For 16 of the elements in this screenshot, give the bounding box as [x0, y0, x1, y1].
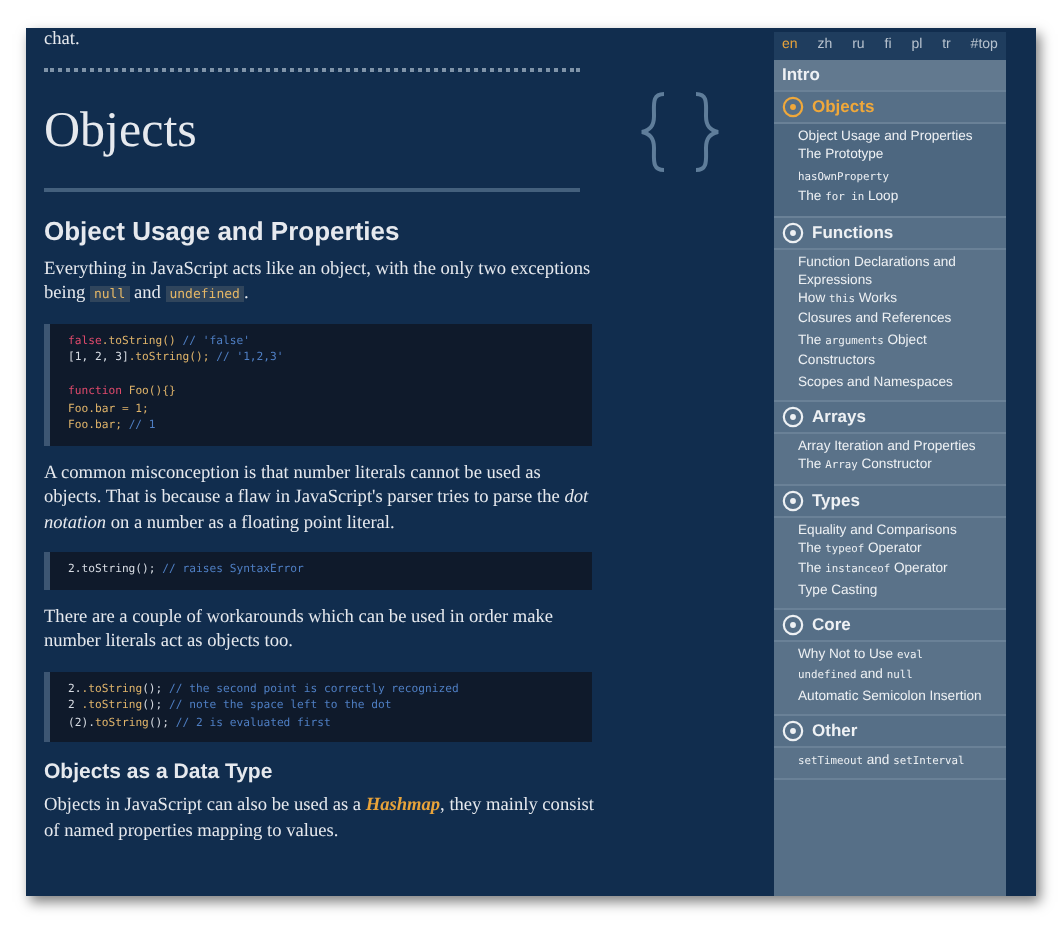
paragraph: A common misconception is that number literals cannot be used as objects. That is because a flaw in JavaScript's parser tries to parse the dot notation on a number as a floating point literal.	[44, 461, 591, 536]
circle-icon	[782, 489, 804, 511]
paragraph: There are a couple of workarounds which can be used in order make number literals act as objects too.	[44, 605, 556, 655]
braces-icon	[636, 87, 724, 175]
circle-icon	[782, 221, 804, 243]
circle-icon	[782, 406, 804, 428]
page-title: Objects	[44, 101, 197, 161]
circle-icon	[782, 720, 804, 742]
subsection-heading: Objects as a Data Type	[44, 758, 275, 786]
section-heading: Object Usage and Properties	[44, 215, 402, 247]
paragraph: Objects in JavaScript can also be used as a Hashmap, they mainly consist of named properties mapping to values.	[44, 794, 594, 844]
hashmap-link[interactable]: Hashmap	[365, 796, 441, 816]
intro-text: chat.	[44, 28, 80, 53]
circle-icon	[782, 614, 804, 636]
sidebar-heading[interactable]: Intro	[774, 60, 1006, 92]
circle-icon	[782, 96, 804, 118]
